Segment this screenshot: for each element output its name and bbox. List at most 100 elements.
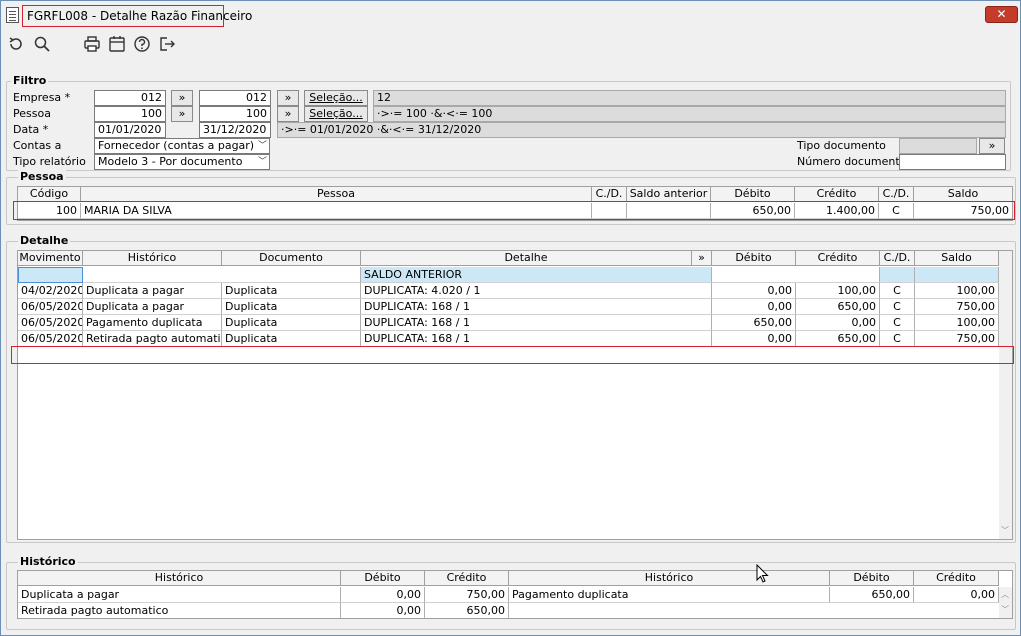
table-row[interactable]: Retirada pagto automatico 0,00 650,00	[18, 603, 509, 618]
contas-label: Contas a	[13, 139, 62, 152]
row-historico: Duplicata a pagar	[83, 283, 222, 299]
row-saldo: 100,00	[915, 283, 999, 299]
pessoa-range-button[interactable]: »	[171, 106, 193, 122]
pessoa-from-input[interactable]: 100	[94, 106, 166, 122]
row-movimento: 06/05/2020	[18, 331, 83, 347]
detalhe-empty-row-highlight	[11, 346, 1014, 364]
row-credito: 100,00	[796, 283, 880, 299]
contas-select[interactable]: Fornecedor (contas a pagar) ﹀	[94, 138, 270, 154]
table-row[interactable]: Pagamento duplicata 650,00 0,00	[509, 587, 999, 603]
filtro-title: Filtro	[11, 74, 49, 87]
row-documento: Duplicata	[222, 283, 361, 299]
table-row[interactable]: 04/02/2020 Duplicata a pagar Duplicata D…	[18, 283, 999, 299]
data-summary: ·>·= 01/01/2020 ·&·<·= 31/12/2020	[277, 122, 1006, 138]
pessoa-header-saldo[interactable]: Saldo	[914, 187, 1012, 202]
pessoa-to-input[interactable]: 100	[199, 106, 271, 122]
row-historico: Retirada pagto automatico	[83, 331, 222, 347]
close-button[interactable]: ✕	[985, 6, 1018, 23]
detalhe-header-historico[interactable]: Histórico	[83, 251, 222, 266]
row-credito: 650,00	[796, 299, 880, 315]
pessoa-more-button[interactable]: »	[277, 106, 299, 122]
row-debito: 0,00	[712, 299, 796, 315]
historico-header-debito[interactable]: Débito	[341, 571, 425, 586]
row-documento: Duplicata	[222, 315, 361, 331]
row-documento: Duplicata	[222, 299, 361, 315]
exit-icon[interactable]	[158, 35, 176, 53]
table-row[interactable]: 06/05/2020 Retirada pagto automatico Dup…	[18, 331, 999, 347]
scroll-down-icon[interactable]: ﹀	[1001, 525, 1009, 536]
pessoa-row-highlight	[13, 201, 1015, 220]
pessoa-header-pessoa[interactable]: Pessoa	[81, 187, 592, 202]
empresa-summary: 12	[373, 90, 1006, 106]
detalhe-header-debito[interactable]: Débito	[712, 251, 796, 266]
pessoa-title: Pessoa	[18, 170, 66, 183]
empresa-selecao-button[interactable]: Seleção...	[304, 90, 368, 106]
data-label: Data *	[13, 123, 49, 136]
print-icon[interactable]	[83, 35, 101, 53]
historico-header-debito2[interactable]: Débito	[830, 571, 914, 586]
pessoa-header-debito[interactable]: Débito	[711, 187, 795, 202]
empresa-to-input[interactable]: 012	[199, 90, 271, 106]
pessoa-header-saldo-anterior[interactable]: Saldo anterior	[627, 187, 711, 202]
row-cd: C	[880, 283, 915, 299]
empresa-more-button[interactable]: »	[277, 90, 299, 106]
row-cd: C	[880, 331, 915, 347]
tipo-relatorio-select[interactable]: Modelo 3 - Por documento ﹀	[94, 154, 270, 170]
historico-header-historico2[interactable]: Histórico	[509, 571, 830, 586]
pessoa-header-codigo[interactable]: Código	[18, 187, 81, 202]
empresa-range-button[interactable]: »	[171, 90, 193, 106]
row-historico: Duplicata a pagar	[83, 299, 222, 315]
refresh-icon[interactable]	[7, 35, 25, 53]
saldo-anterior-cell[interactable]	[880, 267, 915, 283]
help-icon[interactable]	[133, 35, 151, 53]
detalhe-header-detalhe[interactable]: Detalhe	[361, 251, 692, 266]
empresa-from-input[interactable]: 012	[94, 90, 166, 106]
row-cd: C	[880, 315, 915, 331]
historico-title: Histórico	[18, 555, 78, 568]
detalhe-scrollbar[interactable]: ﹀	[999, 251, 1012, 539]
historico-header-historico[interactable]: Histórico	[18, 571, 341, 586]
saldo-anterior-cell[interactable]	[712, 267, 880, 283]
tipo-relatorio-label: Tipo relatório	[13, 155, 86, 168]
hist-left-credito: 750,00	[425, 587, 509, 603]
tipo-documento-button[interactable]: »	[979, 138, 1005, 154]
pessoa-header-credito[interactable]: Crédito	[795, 187, 879, 202]
tipo-documento-input[interactable]	[899, 138, 977, 154]
title-bar: FGRFL008 - Detalhe Razão Financeiro ✕	[1, 1, 1020, 30]
row-detalhe: DUPLICATA: 168 / 1	[361, 331, 712, 347]
detalhe-header-credito[interactable]: Crédito	[796, 251, 880, 266]
saldo-anterior-cell[interactable]	[915, 267, 999, 283]
detalhe-header-cd[interactable]: C./D.	[880, 251, 915, 266]
table-row[interactable]: 06/05/2020 Duplicata a pagar Duplicata D…	[18, 299, 999, 315]
scroll-up-icon[interactable]: ︿	[1001, 589, 1009, 600]
row-historico: Pagamento duplicata	[83, 315, 222, 331]
row-detalhe: DUPLICATA: 4.020 / 1	[361, 283, 712, 299]
saldo-anterior-cell[interactable]	[83, 267, 361, 283]
calendar-icon[interactable]	[108, 35, 126, 53]
detalhe-expand-button[interactable]: »	[692, 251, 712, 266]
hist-left-credito: 650,00	[425, 603, 509, 618]
historico-header-credito[interactable]: Crédito	[425, 571, 509, 586]
historico-scrollbar[interactable]: ︿ ﹀	[999, 587, 1012, 618]
pessoa-header-cd2[interactable]: C./D.	[879, 187, 914, 202]
row-documento: Duplicata	[222, 331, 361, 347]
row-saldo: 750,00	[915, 299, 999, 315]
pessoa-selecao-button[interactable]: Seleção...	[304, 106, 368, 122]
saldo-anterior-cell[interactable]	[18, 267, 83, 283]
data-from-input[interactable]: 01/01/2020	[94, 122, 166, 138]
pessoa-header-cd[interactable]: C./D.	[592, 187, 627, 202]
detalhe-header-documento[interactable]: Documento	[222, 251, 361, 266]
saldo-anterior-label[interactable]: SALDO ANTERIOR	[361, 267, 712, 283]
table-row[interactable]: Duplicata a pagar 0,00 750,00	[18, 587, 509, 603]
scroll-down-icon[interactable]: ﹀	[1001, 604, 1009, 615]
hist-left-debito: 0,00	[341, 603, 425, 618]
detalhe-header-saldo[interactable]: Saldo	[915, 251, 999, 266]
hist-left-historico: Duplicata a pagar	[18, 587, 341, 603]
numero-documento-input[interactable]	[899, 154, 1006, 170]
detalhe-header-movimento[interactable]: Movimento	[18, 251, 83, 266]
row-movimento: 04/02/2020	[18, 283, 83, 299]
table-row[interactable]: 06/05/2020 Pagamento duplicata Duplicata…	[18, 315, 999, 331]
search-icon[interactable]	[33, 35, 51, 53]
data-to-input[interactable]: 31/12/2020	[199, 122, 271, 138]
historico-header-credito2[interactable]: Crédito	[914, 571, 999, 586]
